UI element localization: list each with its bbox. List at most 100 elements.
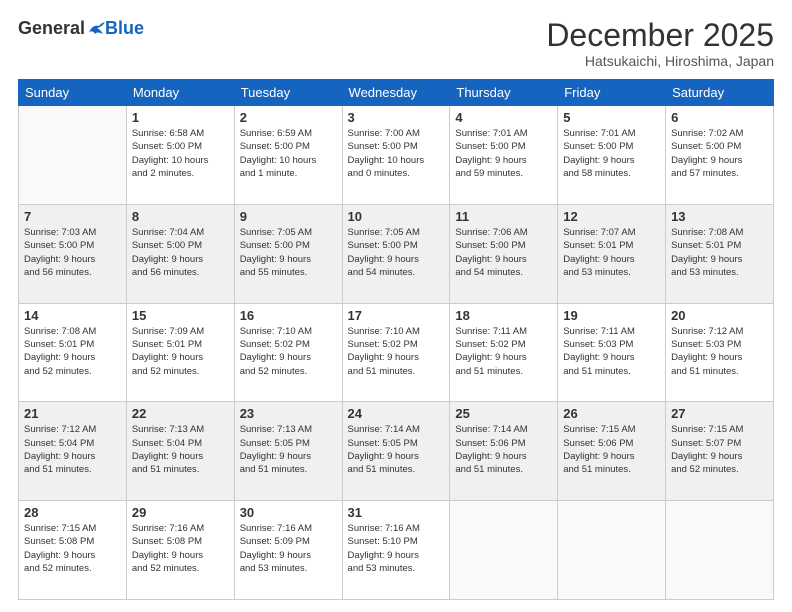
calendar-week-row: 21Sunrise: 7:12 AM Sunset: 5:04 PM Dayli… [19,402,774,501]
day-number: 22 [132,406,229,421]
logo-general-text: General [18,18,85,39]
day-number: 18 [455,308,552,323]
day-number: 17 [348,308,445,323]
calendar-cell: 15 Sunrise: 7:09 AM Sunset: 5:01 PM Dayli… [126,303,234,402]
calendar-cell [666,501,774,600]
day-number: 1 [132,110,229,125]
day-info: Sunrise: 7:16 AM Sunset: 5:08 PM Dayligh… [132,522,229,575]
calendar-cell: 4 Sunrise: 7:01 AM Sunset: 5:00 PM Daylig… [450,106,558,205]
day-number: 14 [24,308,121,323]
calendar-header-tuesday: Tuesday [234,80,342,106]
day-number: 3 [348,110,445,125]
calendar-cell: 7 Sunrise: 7:03 AM Sunset: 5:00 PM Daylig… [19,204,127,303]
day-number: 10 [348,209,445,224]
day-info: Sunrise: 7:09 AM Sunset: 5:01 PM Dayligh… [132,325,229,378]
day-number: 30 [240,505,337,520]
calendar-cell: 12Sunrise: 7:07 AM Sunset: 5:01 PM Dayli… [558,204,666,303]
calendar-cell: 21Sunrise: 7:12 AM Sunset: 5:04 PM Dayli… [19,402,127,501]
calendar-cell [19,106,127,205]
day-number: 19 [563,308,660,323]
day-info: Sunrise: 7:04 AM Sunset: 5:00 PM Dayligh… [132,226,229,279]
calendar-cell: 22 Sunrise: 7:13 AM Sunset: 5:04 PM Dayli… [126,402,234,501]
day-info: Sunrise: 7:06 AM Sunset: 5:00 PM Dayligh… [455,226,552,279]
day-info: Sunrise: 7:12 AM Sunset: 5:03 PM Dayligh… [671,325,768,378]
day-info: Sunrise: 7:11 AM Sunset: 5:03 PM Dayligh… [563,325,660,378]
day-number: 7 [24,209,121,224]
day-info: Sunrise: 7:07 AM Sunset: 5:01 PM Dayligh… [563,226,660,279]
calendar-cell: 28 Sunrise: 7:15 AM Sunset: 5:08 PM Dayli… [19,501,127,600]
day-number: 28 [24,505,121,520]
calendar-cell: 10 Sunrise: 7:05 AM Sunset: 5:00 PM Dayli… [342,204,450,303]
day-info: Sunrise: 7:15 AM Sunset: 5:07 PM Dayligh… [671,423,768,476]
calendar-header-friday: Friday [558,80,666,106]
day-info: Sunrise: 7:10 AM Sunset: 5:02 PM Dayligh… [348,325,445,378]
page: General Blue December 2025 Hatsukaichi, … [0,0,792,612]
day-info: Sunrise: 7:11 AM Sunset: 5:02 PM Dayligh… [455,325,552,378]
calendar-week-row: 7 Sunrise: 7:03 AM Sunset: 5:00 PM Daylig… [19,204,774,303]
day-number: 20 [671,308,768,323]
calendar-cell: 18 Sunrise: 7:11 AM Sunset: 5:02 PM Dayli… [450,303,558,402]
day-info: Sunrise: 7:16 AM Sunset: 5:10 PM Dayligh… [348,522,445,575]
calendar-cell: 13 Sunrise: 7:08 AM Sunset: 5:01 PM Dayli… [666,204,774,303]
logo: General Blue [18,18,144,39]
header: General Blue December 2025 Hatsukaichi, … [18,18,774,69]
calendar-cell: 1Sunrise: 6:58 AM Sunset: 5:00 PM Daylig… [126,106,234,205]
day-info: Sunrise: 7:08 AM Sunset: 5:01 PM Dayligh… [671,226,768,279]
day-info: Sunrise: 7:00 AM Sunset: 5:00 PM Dayligh… [348,127,445,180]
day-info: Sunrise: 7:13 AM Sunset: 5:05 PM Dayligh… [240,423,337,476]
calendar-week-row: 14 Sunrise: 7:08 AM Sunset: 5:01 PM Dayli… [19,303,774,402]
calendar-week-row: 1Sunrise: 6:58 AM Sunset: 5:00 PM Daylig… [19,106,774,205]
day-number: 29 [132,505,229,520]
day-number: 26 [563,406,660,421]
calendar: SundayMondayTuesdayWednesdayThursdayFrid… [18,79,774,600]
calendar-cell: 20 Sunrise: 7:12 AM Sunset: 5:03 PM Dayli… [666,303,774,402]
calendar-cell: 6 Sunrise: 7:02 AM Sunset: 5:00 PM Daylig… [666,106,774,205]
calendar-cell: 11 Sunrise: 7:06 AM Sunset: 5:00 PM Dayli… [450,204,558,303]
day-number: 11 [455,209,552,224]
day-number: 31 [348,505,445,520]
calendar-cell: 23 Sunrise: 7:13 AM Sunset: 5:05 PM Dayli… [234,402,342,501]
calendar-cell: 8Sunrise: 7:04 AM Sunset: 5:00 PM Daylig… [126,204,234,303]
day-info: Sunrise: 6:59 AM Sunset: 5:00 PM Dayligh… [240,127,337,180]
day-number: 6 [671,110,768,125]
day-number: 25 [455,406,552,421]
calendar-cell [450,501,558,600]
calendar-header-monday: Monday [126,80,234,106]
day-info: Sunrise: 7:03 AM Sunset: 5:00 PM Dayligh… [24,226,121,279]
calendar-cell: 16 Sunrise: 7:10 AM Sunset: 5:02 PM Dayli… [234,303,342,402]
day-number: 16 [240,308,337,323]
calendar-cell: 29 Sunrise: 7:16 AM Sunset: 5:08 PM Dayli… [126,501,234,600]
day-info: Sunrise: 7:14 AM Sunset: 5:06 PM Dayligh… [455,423,552,476]
calendar-header-thursday: Thursday [450,80,558,106]
calendar-cell: 9Sunrise: 7:05 AM Sunset: 5:00 PM Daylig… [234,204,342,303]
day-info: Sunrise: 7:10 AM Sunset: 5:02 PM Dayligh… [240,325,337,378]
day-number: 15 [132,308,229,323]
day-number: 9 [240,209,337,224]
day-number: 23 [240,406,337,421]
day-info: Sunrise: 7:15 AM Sunset: 5:08 PM Dayligh… [24,522,121,575]
day-info: Sunrise: 7:05 AM Sunset: 5:00 PM Dayligh… [348,226,445,279]
location-title: Hatsukaichi, Hiroshima, Japan [546,53,774,69]
day-info: Sunrise: 7:08 AM Sunset: 5:01 PM Dayligh… [24,325,121,378]
calendar-cell: 3 Sunrise: 7:00 AM Sunset: 5:00 PM Daylig… [342,106,450,205]
logo-blue-text: Blue [105,18,144,39]
day-info: Sunrise: 7:13 AM Sunset: 5:04 PM Dayligh… [132,423,229,476]
calendar-cell: 5Sunrise: 7:01 AM Sunset: 5:00 PM Daylig… [558,106,666,205]
title-block: December 2025 Hatsukaichi, Hiroshima, Ja… [546,18,774,69]
day-info: Sunrise: 7:01 AM Sunset: 5:00 PM Dayligh… [563,127,660,180]
day-number: 27 [671,406,768,421]
day-info: Sunrise: 7:02 AM Sunset: 5:00 PM Dayligh… [671,127,768,180]
day-number: 24 [348,406,445,421]
day-info: Sunrise: 7:16 AM Sunset: 5:09 PM Dayligh… [240,522,337,575]
day-info: Sunrise: 7:14 AM Sunset: 5:05 PM Dayligh… [348,423,445,476]
calendar-cell: 2Sunrise: 6:59 AM Sunset: 5:00 PM Daylig… [234,106,342,205]
day-number: 21 [24,406,121,421]
calendar-cell: 30 Sunrise: 7:16 AM Sunset: 5:09 PM Dayli… [234,501,342,600]
calendar-cell: 19 Sunrise: 7:11 AM Sunset: 5:03 PM Dayli… [558,303,666,402]
day-info: Sunrise: 7:01 AM Sunset: 5:00 PM Dayligh… [455,127,552,180]
calendar-cell: 17 Sunrise: 7:10 AM Sunset: 5:02 PM Dayli… [342,303,450,402]
day-number: 4 [455,110,552,125]
day-number: 13 [671,209,768,224]
calendar-cell: 27 Sunrise: 7:15 AM Sunset: 5:07 PM Dayli… [666,402,774,501]
calendar-cell [558,501,666,600]
